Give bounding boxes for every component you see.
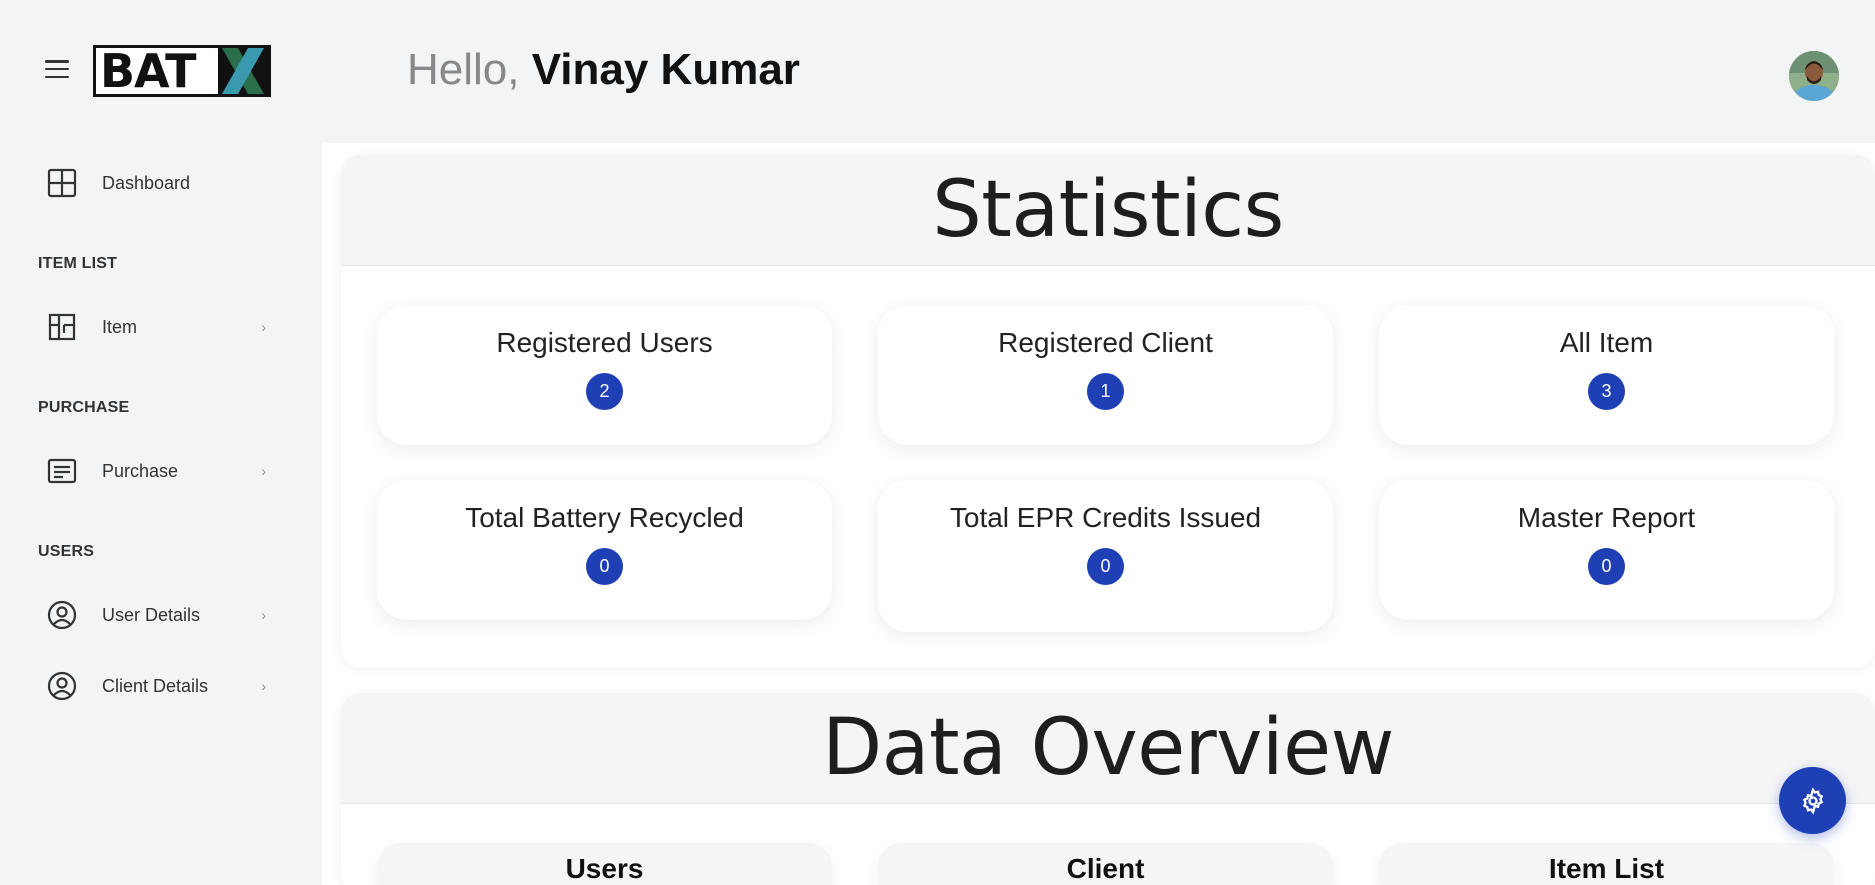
user-circle-icon xyxy=(38,591,86,639)
settings-button[interactable] xyxy=(1779,767,1846,834)
stat-label: Master Report xyxy=(1517,502,1696,533)
stat-label: Total EPR Credits Issued xyxy=(949,502,1262,533)
data-overview-panel: Data Overview Users Client Item List xyxy=(341,693,1875,885)
avatar-photo-icon xyxy=(1789,51,1839,101)
stat-count-badge: 3 xyxy=(1588,373,1625,410)
stat-card-registered-client[interactable]: Registered Client 1 xyxy=(878,305,1333,445)
stat-card-total-epr-credits[interactable]: Total EPR Credits Issued 0 xyxy=(878,480,1333,632)
sidebar-item-label: Item xyxy=(102,316,138,337)
section-title-users: USERS xyxy=(38,543,95,560)
section-title-item-list: ITEM LIST xyxy=(38,255,118,272)
statistics-header: Statistics xyxy=(341,155,1875,266)
stat-card-registered-users[interactable]: Registered Users 2 xyxy=(377,305,832,445)
stat-count-badge: 0 xyxy=(586,548,623,585)
sidebar-item-label: Dashboard xyxy=(102,172,191,193)
data-overview-header: Data Overview xyxy=(341,693,1875,804)
sidebar-item-label: Client Details xyxy=(102,675,209,696)
user-circle-icon xyxy=(38,662,86,710)
stat-label: Total Battery Recycled xyxy=(465,502,744,533)
greeting-hello: Hello, xyxy=(407,45,532,94)
stat-card-total-battery-recycled[interactable]: Total Battery Recycled 0 xyxy=(377,480,832,620)
statistics-title: Statistics xyxy=(932,165,1284,255)
sidebar-item-label: Purchase xyxy=(102,460,179,481)
stat-label: Registered Users xyxy=(496,327,713,358)
stat-label: All Item xyxy=(1559,327,1654,358)
data-overview-title: Data Overview xyxy=(822,703,1394,793)
chevron-right-icon: › xyxy=(261,319,266,335)
logo-text: BAT xyxy=(100,45,196,97)
logo-x-mark-icon xyxy=(218,48,268,94)
overview-card-client[interactable]: Client xyxy=(878,843,1333,885)
user-name: Vinay Kumar xyxy=(531,45,800,94)
chevron-right-icon: › xyxy=(261,678,266,694)
sidebar-item-purchase[interactable]: Purchase › xyxy=(38,447,278,495)
section-title-purchase: PURCHASE xyxy=(38,399,130,416)
document-icon xyxy=(38,447,86,495)
overview-card-title: Users xyxy=(565,853,644,884)
chevron-right-icon: › xyxy=(261,463,266,479)
stat-count-badge: 0 xyxy=(1087,548,1124,585)
sidebar: Dashboard ITEM LIST Item › PURCHASE Purc… xyxy=(0,140,322,885)
layout-icon xyxy=(38,303,86,351)
sidebar-item-client-details[interactable]: Client Details › xyxy=(38,662,278,710)
stat-count-badge: 1 xyxy=(1087,373,1124,410)
top-header: BAT Hello, Vinay Kumar xyxy=(0,0,1875,140)
overview-card-users[interactable]: Users xyxy=(377,843,832,885)
sidebar-item-user-details[interactable]: User Details › xyxy=(38,591,278,639)
brand-logo[interactable]: BAT xyxy=(93,45,271,97)
sidebar-item-dashboard[interactable]: Dashboard xyxy=(38,159,278,207)
settings-gear-icon xyxy=(1802,786,1823,815)
statistics-panel: Statistics Registered Users 2 Registered… xyxy=(341,155,1875,668)
overview-card-title: Client xyxy=(1066,853,1145,884)
menu-toggle-icon[interactable] xyxy=(44,58,70,80)
stat-card-all-item[interactable]: All Item 3 xyxy=(1379,305,1834,445)
avatar[interactable] xyxy=(1789,51,1839,101)
stat-label: Registered Client xyxy=(998,327,1213,358)
stat-count-badge: 2 xyxy=(586,373,623,410)
overview-card-item-list[interactable]: Item List xyxy=(1379,843,1834,885)
overview-card-title: Item List xyxy=(1548,853,1665,884)
grid-icon xyxy=(38,159,86,207)
main-content: Statistics Registered Users 2 Registered… xyxy=(322,143,1875,885)
chevron-right-icon: › xyxy=(261,607,266,623)
sidebar-item-label: User Details xyxy=(102,604,201,625)
greeting: Hello, Vinay Kumar xyxy=(407,40,800,100)
stat-card-master-report[interactable]: Master Report 0 xyxy=(1379,480,1834,620)
sidebar-item-item[interactable]: Item › xyxy=(38,303,278,351)
stat-count-badge: 0 xyxy=(1588,548,1625,585)
